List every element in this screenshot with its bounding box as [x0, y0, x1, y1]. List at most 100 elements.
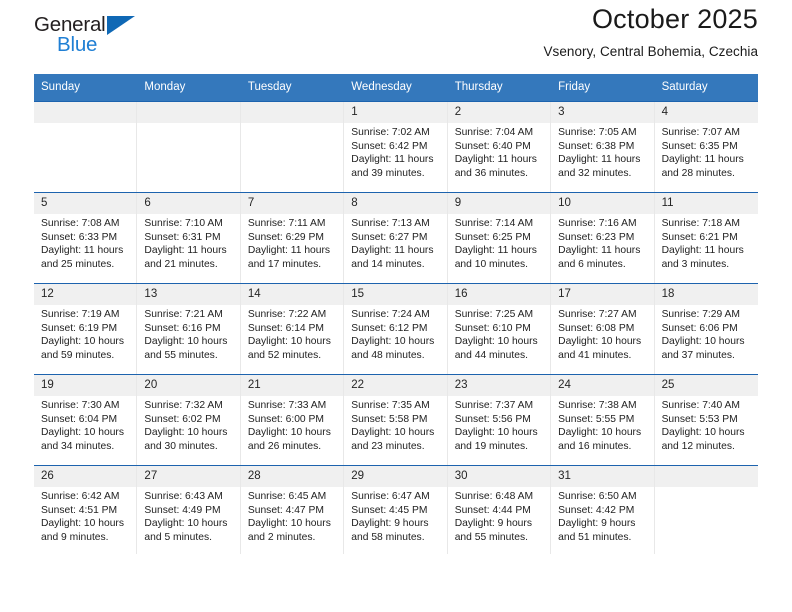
weekday-monday: Monday [144, 81, 186, 93]
day-number [240, 101, 344, 123]
calendar-day-cell[interactable]: 16 Sunrise: 7:25 AM Sunset: 6:10 PM Dayligh… [447, 283, 552, 374]
page-subtitle: Vsenory, Central Bohemia, Czechia [543, 44, 758, 60]
day-number: 18 [654, 283, 758, 305]
daylight-text: Daylight: 11 hours and 39 minutes. [351, 154, 434, 179]
daylight-text: Daylight: 10 hours and 48 minutes. [351, 336, 435, 361]
sunset-text: Sunset: 5:56 PM [454, 413, 531, 425]
daylight-text: Daylight: 11 hours and 17 minutes. [247, 245, 331, 270]
day-details: Sunrise: 7:04 AM Sunset: 6:40 PM Daylight:… [448, 123, 550, 180]
sunrise-text: Sunrise: 6:50 AM [558, 490, 637, 502]
calendar-day-cell[interactable]: 7 Sunrise: 7:11 AM Sunset: 6:29 PM Daylight… [240, 192, 345, 283]
sunset-text: Sunset: 6:10 PM [454, 322, 531, 334]
sunrise-text: Sunrise: 7:10 AM [144, 217, 223, 229]
day-number: 3 [551, 101, 654, 123]
day-number: 30 [447, 465, 551, 487]
sunrise-text: Sunrise: 7:25 AM [454, 308, 534, 320]
calendar-day-cell[interactable]: 9 Sunrise: 7:14 AM Sunset: 6:25 PM Daylight… [447, 192, 552, 283]
calendar-day-cell[interactable]: 15 Sunrise: 7:24 AM Sunset: 6:12 PM Dayligh… [344, 283, 448, 374]
calendar-day-cell[interactable]: 10 Sunrise: 7:16 AM Sunset: 6:23 PM Dayligh… [551, 192, 655, 283]
calendar-day-cell[interactable]: 29 Sunrise: 6:47 AM Sunset: 4:45 PM Dayligh… [344, 465, 448, 554]
calendar-day-cell[interactable]: 24 Sunrise: 7:38 AM Sunset: 5:55 PM Dayligh… [551, 374, 655, 465]
day-details: Sunrise: 7:40 AM Sunset: 5:53 PM Daylight:… [655, 396, 758, 453]
day-number: 6 [137, 192, 240, 214]
day-number: 29 [344, 465, 447, 487]
sunrise-text: Sunrise: 6:47 AM [351, 490, 430, 502]
daylight-text: Daylight: 10 hours and 44 minutes. [454, 336, 538, 361]
calendar-day-cell[interactable]: 1 Sunrise: 7:02 AM Sunset: 6:42 PM Daylight… [344, 101, 448, 192]
calendar-day-cell[interactable]: 27 Sunrise: 6:43 AM Sunset: 4:49 PM Dayligh… [137, 465, 241, 554]
calendar-day-cell[interactable]: 23 Sunrise: 7:37 AM Sunset: 5:56 PM Dayligh… [447, 374, 552, 465]
sunset-text: Sunset: 6:35 PM [661, 140, 738, 152]
sunrise-text: Sunrise: 7:02 AM [351, 126, 430, 138]
day-number: 25 [654, 374, 758, 396]
sunset-text: Sunset: 6:00 PM [247, 413, 324, 425]
calendar-day-cell[interactable]: 14 Sunrise: 7:22 AM Sunset: 6:14 PM Dayligh… [240, 283, 345, 374]
sunrise-text: Sunrise: 7:32 AM [144, 399, 223, 411]
calendar-week-row: 1 Sunrise: 7:02 AM Sunset: 6:42 PM Daylight… [34, 100, 758, 192]
calendar-day-cell[interactable]: 17 Sunrise: 7:27 AM Sunset: 6:08 PM Dayligh… [551, 283, 655, 374]
day-details: Sunrise: 7:33 AM Sunset: 6:00 PM Daylight:… [241, 396, 343, 453]
sunset-text: Sunset: 6:14 PM [247, 322, 324, 334]
sunrise-text: Sunrise: 7:18 AM [661, 217, 740, 229]
calendar-week-row: 19 Sunrise: 7:30 AM Sunset: 6:04 PM Dayligh… [34, 373, 758, 465]
weekday-wednesday: Wednesday [351, 81, 412, 93]
daylight-text: Daylight: 11 hours and 25 minutes. [41, 245, 124, 270]
calendar-day-cell[interactable]: 11 Sunrise: 7:18 AM Sunset: 6:21 PM Dayligh… [654, 192, 758, 283]
calendar-day-cell[interactable]: 3 Sunrise: 7:05 AM Sunset: 6:38 PM Daylight… [551, 101, 655, 192]
sunrise-text: Sunrise: 7:40 AM [661, 399, 740, 411]
calendar-day-cell[interactable]: 30 Sunrise: 6:48 AM Sunset: 4:44 PM Dayligh… [447, 465, 552, 554]
sunset-text: Sunset: 4:51 PM [41, 504, 118, 516]
day-details: Sunrise: 7:22 AM Sunset: 6:14 PM Daylight:… [241, 305, 343, 362]
calendar-day-cell[interactable]: 18 Sunrise: 7:29 AM Sunset: 6:06 PM Dayligh… [654, 283, 758, 374]
sunrise-text: Sunrise: 7:27 AM [558, 308, 637, 320]
calendar-day-cell[interactable]: 26 Sunrise: 6:42 AM Sunset: 4:51 PM Dayligh… [34, 465, 138, 554]
day-number: 24 [551, 374, 654, 396]
calendar-day-cell[interactable]: 25 Sunrise: 7:40 AM Sunset: 5:53 PM Dayligh… [654, 374, 758, 465]
sunrise-text: Sunrise: 7:11 AM [247, 217, 326, 229]
day-details: Sunrise: 7:14 AM Sunset: 6:25 PM Daylight:… [448, 214, 550, 271]
weekday-tuesday: Tuesday [247, 81, 292, 93]
daylight-text: Daylight: 10 hours and 9 minutes. [41, 518, 124, 543]
sunrise-text: Sunrise: 7:29 AM [661, 308, 740, 320]
calendar-day-cell[interactable]: 12 Sunrise: 7:19 AM Sunset: 6:19 PM Dayligh… [34, 283, 138, 374]
calendar-day-cell[interactable]: 13 Sunrise: 7:21 AM Sunset: 6:16 PM Dayligh… [137, 283, 241, 374]
weekday-friday: Friday [558, 81, 591, 93]
calendar-day-cell[interactable]: 8 Sunrise: 7:13 AM Sunset: 6:27 PM Daylight… [344, 192, 448, 283]
calendar-day-cell[interactable]: 20 Sunrise: 7:32 AM Sunset: 6:02 PM Dayligh… [137, 374, 241, 465]
day-number: 20 [137, 374, 240, 396]
sunset-text: Sunset: 6:25 PM [454, 231, 531, 243]
daylight-text: Daylight: 10 hours and 19 minutes. [454, 427, 538, 452]
calendar-day-empty [34, 101, 138, 192]
calendar-day-cell[interactable]: 22 Sunrise: 7:35 AM Sunset: 5:58 PM Dayligh… [344, 374, 448, 465]
day-details: Sunrise: 6:45 AM Sunset: 4:47 PM Daylight:… [241, 487, 343, 544]
calendar-day-cell[interactable]: 28 Sunrise: 6:45 AM Sunset: 4:47 PM Dayligh… [240, 465, 345, 554]
day-number [137, 101, 240, 123]
sunrise-text: Sunrise: 6:45 AM [247, 490, 327, 502]
day-number: 7 [240, 192, 344, 214]
daylight-text: Daylight: 10 hours and 34 minutes. [41, 427, 124, 452]
day-details: Sunrise: 7:27 AM Sunset: 6:08 PM Daylight:… [551, 305, 653, 362]
day-details: Sunrise: 7:16 AM Sunset: 6:23 PM Daylight:… [551, 214, 653, 271]
daylight-text: Daylight: 11 hours and 32 minutes. [558, 154, 641, 179]
sunrise-text: Sunrise: 7:30 AM [41, 399, 120, 411]
calendar-day-cell[interactable]: 21 Sunrise: 7:33 AM Sunset: 6:00 PM Dayligh… [240, 374, 345, 465]
calendar-day-cell[interactable]: 31 Sunrise: 6:50 AM Sunset: 4:42 PM Dayligh… [551, 465, 655, 554]
day-details: Sunrise: 7:32 AM Sunset: 6:02 PM Daylight:… [137, 396, 239, 453]
day-number: 5 [34, 192, 137, 214]
brand-logo[interactable]: General Blue [34, 13, 154, 59]
sunrise-text: Sunrise: 6:43 AM [144, 490, 223, 502]
calendar-day-cell[interactable]: 5 Sunrise: 7:08 AM Sunset: 6:33 PM Daylight… [34, 192, 138, 283]
calendar-day-cell[interactable]: 2 Sunrise: 7:04 AM Sunset: 6:40 PM Daylight… [447, 101, 552, 192]
weekday-thursday: Thursday [454, 81, 503, 93]
day-number: 17 [551, 283, 654, 305]
calendar-day-cell[interactable]: 4 Sunrise: 7:07 AM Sunset: 6:35 PM Daylight… [654, 101, 758, 192]
calendar-day-cell[interactable]: 6 Sunrise: 7:10 AM Sunset: 6:31 PM Daylight… [137, 192, 241, 283]
calendar-day-cell[interactable]: 19 Sunrise: 7:30 AM Sunset: 6:04 PM Dayligh… [34, 374, 138, 465]
day-details: Sunrise: 7:30 AM Sunset: 6:04 PM Daylight:… [34, 396, 136, 453]
day-number: 16 [447, 283, 551, 305]
day-number: 31 [551, 465, 654, 487]
day-number: 9 [447, 192, 551, 214]
day-details: Sunrise: 7:05 AM Sunset: 6:38 PM Daylight:… [551, 123, 653, 180]
day-number: 1 [344, 101, 447, 123]
day-number: 23 [447, 374, 551, 396]
